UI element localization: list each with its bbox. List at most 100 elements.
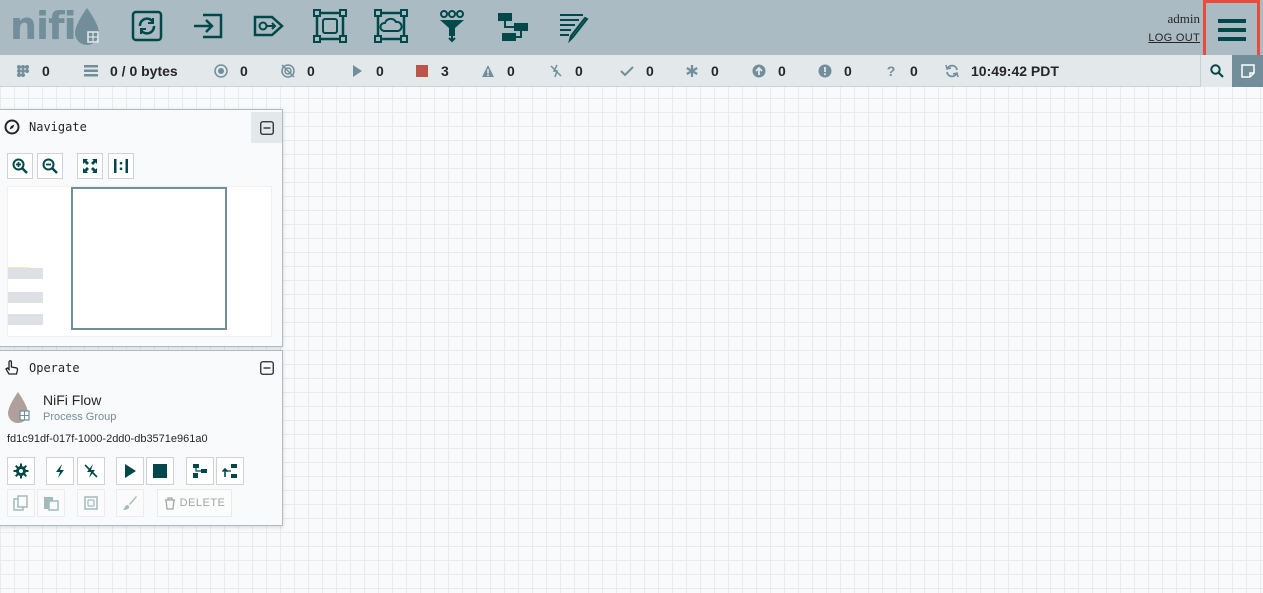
bulletin-board-button[interactable] <box>1232 55 1263 87</box>
nifi-logo: nifi <box>10 4 77 48</box>
play-icon <box>353 65 362 77</box>
logout-link[interactable]: LOG OUT <box>1148 32 1200 44</box>
processor-icon <box>131 10 163 42</box>
birdseye-component <box>8 314 43 325</box>
question-icon: ? <box>886 63 896 79</box>
refresh-icon <box>945 64 959 78</box>
running-status: 0 <box>350 55 384 87</box>
locally-modified-status: 0 <box>685 55 719 87</box>
enable-button[interactable] <box>46 457 74 485</box>
process-group-icon <box>313 9 347 43</box>
flash-slash-icon <box>84 464 98 478</box>
disable-button[interactable] <box>77 457 105 485</box>
process-group-drop-icon <box>8 392 30 423</box>
operate-collapse-button[interactable] <box>251 352 282 383</box>
zoom-out-button[interactable] <box>37 153 63 179</box>
birdseye-view[interactable] <box>7 186 272 337</box>
search-button[interactable] <box>1200 55 1232 87</box>
expand-icon <box>83 159 97 173</box>
navigate-collapse-button[interactable] <box>251 112 282 143</box>
queued-value: 0 / 0 bytes <box>110 63 178 79</box>
paste-icon <box>44 497 59 511</box>
up-to-date-status: 0 <box>620 55 654 87</box>
stopped-value: 3 <box>441 63 449 79</box>
not-transmitting-value: 0 <box>307 63 315 79</box>
actual-size-icon <box>114 159 128 173</box>
funnel-component-button[interactable] <box>434 8 470 44</box>
copy-button[interactable] <box>7 489 35 517</box>
delete-label: DELETE <box>179 497 226 509</box>
birdseye-component <box>8 292 43 303</box>
locally-modified-stale-value: 0 <box>844 63 852 79</box>
sync-failure-status: ? 0 <box>884 55 918 87</box>
birdseye-viewport[interactable] <box>71 187 227 330</box>
invalid-value: 0 <box>507 63 515 79</box>
upload-template-button[interactable] <box>216 457 244 485</box>
template-component-button[interactable] <box>495 8 531 44</box>
last-refresh-value: 10:49:42 PDT <box>971 63 1059 79</box>
last-refresh-status[interactable]: 10:49:42 PDT <box>945 55 1059 87</box>
trash-icon <box>164 496 175 510</box>
queued-status: 0 / 0 bytes <box>84 55 178 87</box>
disabled-value: 0 <box>575 63 583 79</box>
configure-button[interactable] <box>7 457 35 485</box>
stop-button[interactable] <box>146 457 174 485</box>
upload-template-icon <box>222 464 237 478</box>
gear-icon <box>13 463 29 479</box>
label-icon <box>560 14 589 43</box>
start-button[interactable] <box>116 457 144 485</box>
asterisk-icon <box>686 65 698 77</box>
stop-icon <box>416 65 428 77</box>
output-port-component-button[interactable] <box>251 8 287 44</box>
paste-button[interactable] <box>37 489 65 517</box>
header: nifi admin LOG OUT <box>0 0 1263 55</box>
minus-square-icon <box>259 120 274 135</box>
global-menu-button[interactable] <box>1203 0 1260 59</box>
sync-failure-value: 0 <box>910 63 918 79</box>
birdseye-component <box>8 268 43 279</box>
active-threads-value: 0 <box>42 63 50 79</box>
zoom-out-icon <box>42 158 58 174</box>
template-icon <box>498 13 528 41</box>
fit-to-screen-button[interactable] <box>77 153 103 179</box>
processor-component-button[interactable] <box>129 8 165 44</box>
arrow-up-circle-icon <box>752 64 766 78</box>
exclamation-circle-icon <box>818 64 832 78</box>
navigate-panel: Navigate <box>0 109 283 347</box>
create-template-button[interactable] <box>186 457 214 485</box>
search-icon <box>1209 64 1224 78</box>
input-port-icon <box>194 13 223 39</box>
copy-icon <box>13 495 28 511</box>
operate-panel: Operate NiFi Flow Process Group fd1c91df… <box>0 350 283 526</box>
zoom-in-button[interactable] <box>7 153 33 179</box>
remote-process-group-icon <box>374 9 408 43</box>
stopped-status: 3 <box>415 55 449 87</box>
check-icon <box>620 66 634 77</box>
threads-icon <box>17 65 29 77</box>
remote-process-group-component-button[interactable] <box>373 8 409 44</box>
input-port-component-button[interactable] <box>190 8 226 44</box>
operate-title: Operate <box>29 361 80 375</box>
output-port-icon <box>253 15 284 37</box>
change-color-button[interactable] <box>116 489 144 517</box>
disabled-icon <box>550 64 562 78</box>
minus-square-icon <box>259 360 274 375</box>
actual-size-button[interactable] <box>108 153 134 179</box>
process-group-component-button[interactable] <box>312 8 348 44</box>
group-button[interactable] <box>77 489 105 517</box>
delete-button[interactable]: DELETE <box>157 489 232 517</box>
not-transmitting-icon <box>281 64 295 78</box>
not-transmitting-status: 0 <box>281 55 315 87</box>
hand-pointer-icon <box>5 360 19 375</box>
active-threads-status: 0 <box>16 55 50 87</box>
nifi-drop-logo-icon <box>75 8 99 45</box>
flow-status-bar: 0 0 / 0 bytes 0 0 0 3 0 0 0 0 0 0 ? 0 10… <box>0 55 1263 87</box>
transmitting-icon <box>214 64 228 78</box>
list-icon <box>84 65 98 77</box>
label-component-button[interactable] <box>556 8 592 44</box>
selection-name: NiFi Flow <box>43 392 102 408</box>
up-to-date-value: 0 <box>646 63 654 79</box>
locally-modified-stale-status: 0 <box>818 55 852 87</box>
group-icon <box>84 496 98 510</box>
play-icon <box>125 464 136 478</box>
